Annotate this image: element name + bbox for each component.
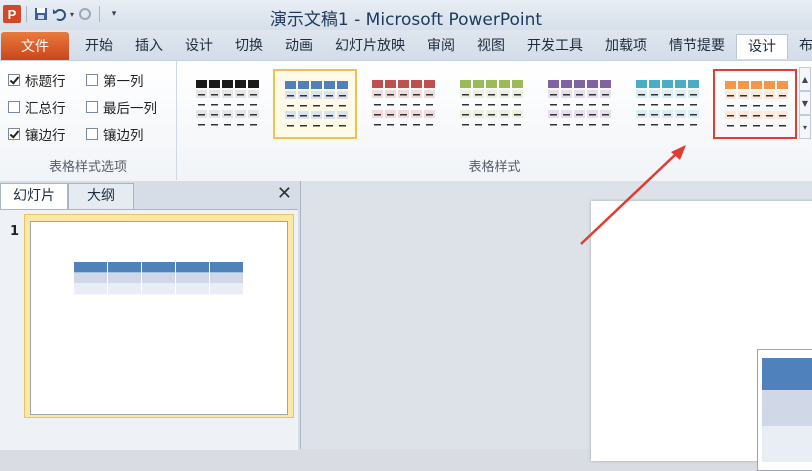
thumbnail-table-cell [108, 273, 141, 284]
gallery-more-icon[interactable]: ▾ [799, 115, 811, 139]
thumbnail-table-cell [210, 273, 243, 284]
slides-list: 1 [0, 209, 298, 450]
thumbnail-table-cell [176, 262, 209, 273]
table-style-preview-icon [725, 81, 788, 127]
window-title: 演示文稿1 - Microsoft PowerPoint [269, 10, 543, 30]
banded-rows-label: 镶边行 [25, 128, 66, 144]
tab-2[interactable]: 设计 [174, 36, 224, 56]
checkbox-icon[interactable] [86, 74, 98, 86]
header-row-label: 标题行 [25, 74, 66, 90]
banded-columns-checkbox[interactable]: 镶边列 [86, 124, 144, 144]
table-styles-group: ▲ ▼ ▾ 表格样式 [177, 61, 812, 180]
file-tab[interactable]: 文件 [1, 32, 69, 60]
table-style-preview-icon [196, 80, 259, 126]
thumbnail-table-cell [176, 273, 209, 284]
tab-outline[interactable]: 大纲 [68, 183, 134, 209]
slides-pane-tabs: 幻灯片 大纲 [0, 183, 300, 209]
tab-5[interactable]: 幻灯片放映 [324, 36, 416, 56]
table-style-aqua[interactable] [625, 69, 709, 139]
slide-thumbnail[interactable] [30, 221, 288, 415]
ribbon-tab-row: 文件 开始插入设计切换动画幻灯片放映审阅视图开发工具加载项情节提要设计布局 [0, 30, 812, 60]
thumbnail-table-cell [142, 273, 175, 284]
table-style-blue[interactable] [273, 69, 357, 139]
first-column-checkbox[interactable]: 第一列 [86, 70, 144, 90]
table-header-row[interactable] [762, 358, 812, 390]
table-style-preview-icon [372, 80, 435, 126]
tab-10[interactable]: 情节提要 [658, 36, 736, 56]
gallery-scroll-up-icon[interactable]: ▲ [799, 67, 811, 91]
table-style-options-label: 表格样式选项 [48, 160, 127, 175]
last-column-checkbox[interactable]: 最后一列 [86, 97, 157, 117]
table-row[interactable] [762, 390, 812, 426]
thumbnail-table-cell [74, 284, 107, 295]
table-style-green[interactable] [449, 69, 533, 139]
tab-12[interactable]: 布局 [788, 36, 812, 56]
checkbox-icon[interactable] [8, 101, 20, 113]
tab-9[interactable]: 加载项 [594, 36, 658, 56]
slide-number: 1 [10, 224, 20, 239]
table-style-preview-icon [285, 81, 348, 127]
table-style-preview-icon [548, 80, 611, 126]
tab-0[interactable]: 开始 [74, 36, 124, 56]
thumbnail-table-cell [108, 284, 141, 295]
header-row-checkbox[interactable]: 标题行 [8, 70, 66, 90]
slide-thumbnail-selected[interactable] [24, 214, 294, 418]
thumbnail-table-cell [142, 262, 175, 273]
ribbon-tabs: 开始插入设计切换动画幻灯片放映审阅视图开发工具加载项情节提要设计布局 [74, 34, 812, 59]
thumbnail-table-cell [210, 284, 243, 295]
total-row-label: 汇总行 [25, 101, 66, 117]
slide-table[interactable] [757, 349, 812, 471]
tab-4[interactable]: 动画 [274, 36, 324, 56]
tab-11[interactable]: 设计 [736, 34, 788, 59]
table-style-red[interactable] [361, 69, 445, 139]
thumbnail-table-cell [142, 284, 175, 295]
thumbnail-table-cell [210, 262, 243, 273]
close-icon[interactable]: ✕ [277, 183, 292, 205]
tab-slides[interactable]: 幻灯片 [0, 183, 68, 209]
thumbnail-table [74, 262, 243, 295]
table-row[interactable] [762, 426, 812, 462]
tab-3[interactable]: 切换 [224, 36, 274, 56]
slide-editing-area [301, 181, 812, 471]
table-styles-label: 表格样式 [468, 160, 521, 175]
table-style-options-group: 标题行 第一列 汇总行 最后一列 镶边行 镶边列 表格样式选项 [0, 61, 177, 180]
thumbnail-table-cell [108, 262, 141, 273]
table-style-black[interactable] [185, 69, 269, 139]
table-style-preview-icon [460, 80, 523, 126]
thumbnail-table-cell [74, 273, 107, 284]
tab-6[interactable]: 审阅 [416, 36, 466, 56]
slides-pane: 幻灯片 大纲 ✕ 1 [0, 181, 301, 450]
banded-columns-label: 镶边列 [103, 128, 144, 144]
gallery-scroll: ▲ ▼ ▾ [799, 67, 811, 141]
thumbnail-table-cell [176, 284, 209, 295]
table-style-orange[interactable] [713, 69, 797, 139]
thumbnail-table-cell [74, 262, 107, 273]
last-column-label: 最后一列 [103, 101, 157, 117]
banded-rows-checkbox[interactable]: 镶边行 [8, 124, 66, 144]
checkbox-icon[interactable] [86, 101, 98, 113]
gallery-scroll-down-icon[interactable]: ▼ [799, 91, 811, 115]
checkbox-icon[interactable] [8, 128, 20, 140]
table-styles-gallery [185, 67, 797, 143]
table-style-purple[interactable] [537, 69, 621, 139]
title-bar: P ▾ ▾ 演示文稿1 - Microsoft PowerPoint [0, 0, 812, 30]
table-style-preview-icon [636, 80, 699, 126]
total-row-checkbox[interactable]: 汇总行 [8, 97, 66, 117]
tab-7[interactable]: 视图 [466, 36, 516, 56]
checkbox-icon[interactable] [8, 74, 20, 86]
tab-1[interactable]: 插入 [124, 36, 174, 56]
tab-8[interactable]: 开发工具 [516, 36, 594, 56]
first-column-label: 第一列 [103, 74, 144, 90]
ribbon: 标题行 第一列 汇总行 最后一列 镶边行 镶边列 表格样式选项 ▲ ▼ ▾ 表格… [0, 60, 812, 182]
checkbox-icon[interactable] [86, 128, 98, 140]
